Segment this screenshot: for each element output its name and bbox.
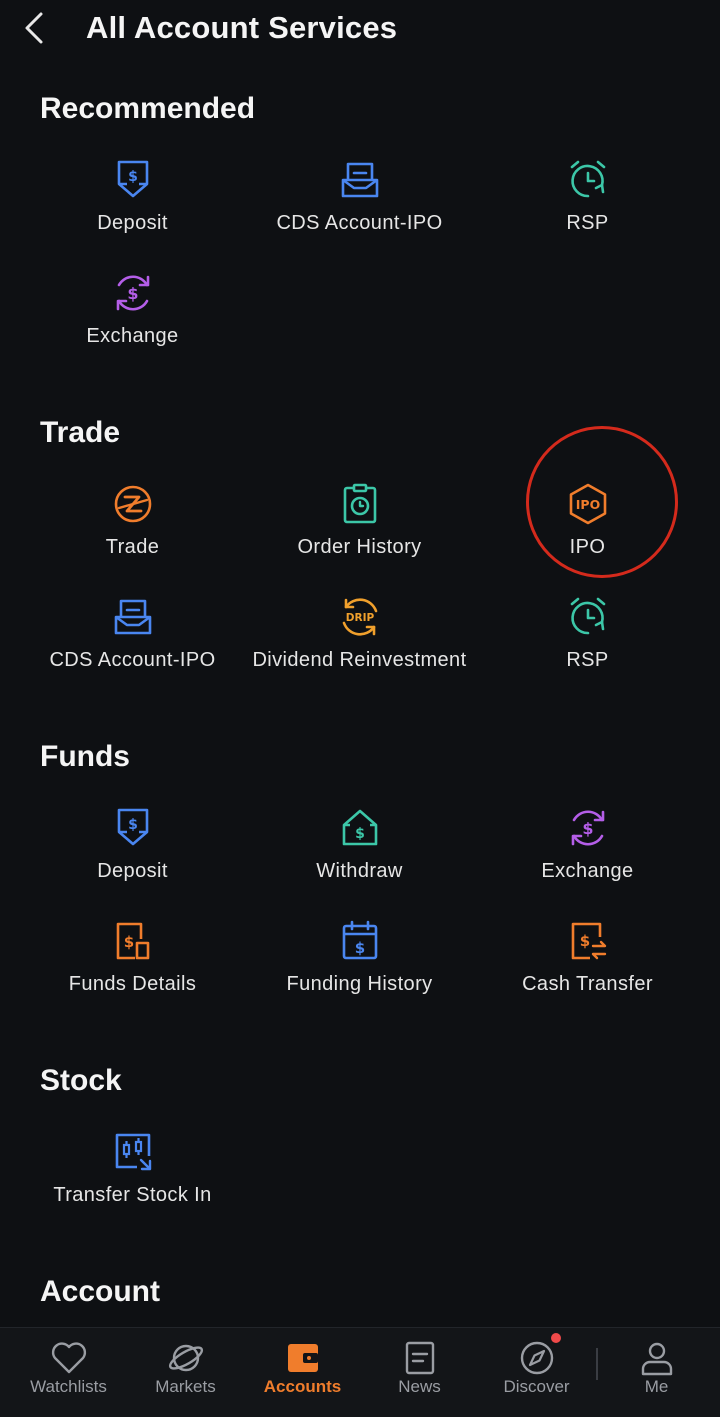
tab-markets[interactable]: Markets — [127, 1328, 244, 1417]
page-title: All Account Services — [86, 10, 398, 45]
tile-label: Funds Details — [68, 973, 197, 995]
tile-label: Exchange — [541, 860, 634, 882]
svg-text:$: $ — [355, 826, 365, 842]
alarm-clock-icon — [566, 158, 610, 202]
tile-cash-transfer[interactable]: $ Cash Transfer — [474, 919, 701, 1019]
section-title-trade: Trade — [40, 416, 121, 449]
svg-text:$: $ — [128, 817, 138, 833]
cds-account-icon — [338, 158, 382, 202]
tab-accounts[interactable]: Accounts — [244, 1328, 361, 1417]
order-history-icon — [338, 482, 382, 526]
withdraw-icon: $ — [338, 806, 382, 850]
tab-watchlists[interactable]: Watchlists — [10, 1328, 127, 1417]
tile-label: Order History — [297, 536, 422, 558]
person-icon — [637, 1338, 677, 1378]
compass-icon — [517, 1338, 557, 1378]
tile-label: CDS Account-IPO — [276, 212, 443, 234]
tab-me[interactable]: Me — [598, 1328, 715, 1417]
tile-order-history[interactable]: Order History — [246, 482, 473, 582]
tile-funding-history[interactable]: $ Funding History — [246, 919, 473, 1019]
tile-label: Trade — [105, 536, 160, 558]
tile-funds-details[interactable]: $ Funds Details — [19, 919, 246, 1019]
svg-text:$: $ — [127, 284, 138, 303]
funding-history-icon: $ — [338, 919, 382, 963]
news-icon — [400, 1338, 440, 1378]
tile-cds-account-ipo-trade[interactable]: CDS Account-IPO — [19, 595, 246, 695]
tile-label: Deposit — [97, 860, 168, 882]
tab-news[interactable]: News — [361, 1328, 478, 1417]
cash-transfer-icon: $ — [566, 919, 610, 963]
tile-label: Transfer Stock In — [53, 1184, 212, 1206]
tile-label: RSP — [566, 649, 609, 671]
deposit-icon: $ — [111, 806, 155, 850]
tab-label: Me — [644, 1377, 669, 1396]
svg-text:$: $ — [582, 819, 593, 838]
tile-rsp-trade[interactable]: RSP — [474, 595, 701, 695]
back-button[interactable] — [14, 8, 54, 48]
tab-label: Markets — [155, 1377, 216, 1396]
transfer-stock-in-icon — [111, 1130, 155, 1174]
tile-cds-account-ipo[interactable]: CDS Account-IPO — [246, 158, 473, 258]
tile-deposit[interactable]: $ Deposit — [19, 158, 246, 258]
svg-text:$: $ — [579, 932, 589, 950]
svg-text:$: $ — [354, 939, 364, 957]
tab-label: Watchlists — [30, 1377, 107, 1396]
tile-rsp[interactable]: RSP — [474, 158, 701, 258]
funds-details-icon: $ — [111, 919, 155, 963]
planet-icon — [166, 1338, 206, 1378]
tile-label: Cash Transfer — [522, 973, 653, 995]
tile-label: Funding History — [286, 973, 433, 995]
bottom-tab-bar: Watchlists Markets Accounts News Discove… — [0, 1327, 720, 1417]
discover-notification-dot — [551, 1333, 561, 1343]
tile-label: Dividend Reinvestment — [252, 649, 467, 671]
tile-deposit-funds[interactable]: $ Deposit — [19, 806, 246, 906]
heart-icon — [49, 1338, 89, 1378]
tile-trade[interactable]: Trade — [19, 482, 246, 582]
drip-icon-text: DRIP — [345, 612, 374, 624]
tab-discover[interactable]: Discover — [478, 1328, 595, 1417]
tab-label: News — [398, 1377, 441, 1396]
section-title-funds: Funds — [40, 740, 130, 773]
currency-exchange-icon: $ — [566, 806, 610, 850]
tile-label: Withdraw — [316, 860, 403, 882]
ipo-highlight-circle — [526, 426, 678, 578]
tab-label: Discover — [503, 1377, 570, 1396]
tile-label: RSP — [566, 212, 609, 234]
section-title-account: Account — [40, 1275, 160, 1308]
tile-exchange-funds[interactable]: $ Exchange — [474, 806, 701, 906]
svg-text:$: $ — [128, 169, 138, 185]
chevron-left-icon — [25, 12, 43, 44]
tile-exchange[interactable]: $ Exchange — [19, 271, 246, 371]
tile-dividend-reinvestment[interactable]: DRIP Dividend Reinvestment — [246, 595, 473, 695]
tile-label: Exchange — [86, 325, 179, 347]
currency-exchange-icon: $ — [111, 271, 155, 315]
tile-label: Deposit — [97, 212, 168, 234]
cds-account-icon — [111, 595, 155, 639]
tile-withdraw[interactable]: $ Withdraw — [246, 806, 473, 906]
tile-label: CDS Account-IPO — [49, 649, 216, 671]
svg-text:$: $ — [123, 933, 133, 951]
trade-icon — [111, 482, 155, 526]
wallet-icon — [283, 1338, 323, 1378]
section-title-recommended: Recommended — [40, 92, 256, 125]
drip-icon: DRIP — [338, 595, 382, 639]
header: All Account Services — [0, 0, 720, 56]
deposit-icon: $ — [111, 158, 155, 202]
alarm-clock-icon — [566, 595, 610, 639]
tab-label: Accounts — [263, 1377, 342, 1396]
section-title-stock: Stock — [40, 1064, 122, 1097]
tile-transfer-stock-in[interactable]: Transfer Stock In — [19, 1130, 246, 1230]
